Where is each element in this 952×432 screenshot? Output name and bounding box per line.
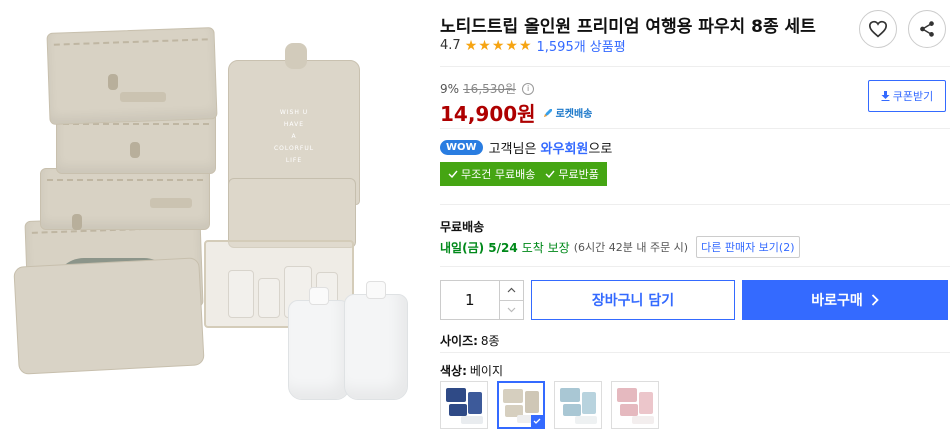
chevron-right-icon — [871, 294, 879, 306]
color-swatch-pink[interactable] — [611, 381, 659, 429]
star-rating: ★ ★ ★ ★ ★ — [465, 39, 533, 53]
print-text: LIFE — [285, 157, 303, 164]
sale-price: 14,900원 — [440, 102, 536, 126]
rocket-delivery-badge: 로켓배송 — [542, 105, 593, 120]
check-icon — [545, 170, 555, 178]
wow-badge: WOW — [440, 140, 483, 155]
chevron-down-icon — [507, 307, 516, 313]
quantity-input[interactable]: 1 — [441, 281, 500, 319]
discount-rate: 9% — [440, 81, 460, 96]
rating-value: 4.7 — [440, 38, 461, 53]
zipper-pull — [130, 142, 140, 158]
tag-label: 무료반품 — [558, 168, 599, 181]
star-icon: ★ — [464, 37, 478, 54]
product-title: 노티드트립 올인원 프리미엄 여행용 파우치 8종 세트 — [440, 17, 816, 37]
star-icon: ★ — [505, 37, 518, 54]
color-value: 베이지 — [469, 364, 504, 378]
print-text: WISH U — [279, 109, 309, 116]
size-label: 사이즈: — [440, 334, 478, 348]
rocket-icon — [543, 108, 552, 117]
tag-label: 무조건 무료배송 — [461, 168, 536, 181]
wow-membership-row: WOW 고객님은 와우회원 으로 — [440, 138, 612, 157]
shipping-label: 무료배송 — [440, 220, 485, 234]
free-shipping-tag: 무조건 무료배송 — [448, 166, 535, 182]
divider — [440, 352, 950, 353]
share-icon — [920, 21, 934, 37]
shoe-bag — [13, 257, 205, 375]
original-price: 16,530원 — [463, 82, 517, 96]
delivery-date: 내일(금) 5/24 — [440, 240, 518, 255]
refill-pouch — [344, 281, 408, 400]
wow-suffix: 으로 — [588, 142, 613, 157]
color-option: 색상: 베이지 — [440, 362, 503, 379]
free-return-tag: 무료반품 — [545, 166, 599, 182]
delivery-guarantee: 도착 보장 — [521, 240, 570, 255]
divider — [440, 128, 950, 129]
order-cutoff-note: (6시간 42분 내 주문 시) — [573, 241, 689, 254]
divider — [440, 266, 950, 267]
print-text: A — [291, 133, 297, 140]
buy-now-button[interactable]: 바로구매 — [742, 280, 948, 320]
info-icon[interactable]: i — [522, 82, 535, 95]
delivery-estimate: 내일(금) 5/24 도착 보장 (6시간 42분 내 주문 시) 다른 판매자… — [440, 236, 800, 258]
quantity-decrease-button[interactable] — [500, 301, 523, 320]
star-icon: ★ — [518, 37, 532, 54]
star-icon: ★ — [478, 37, 491, 54]
refill-pouch — [288, 287, 350, 400]
review-count-link[interactable]: 1,595개 상품평 — [537, 36, 626, 55]
print-text: HAVE — [283, 121, 305, 128]
packing-cube-top — [46, 27, 218, 125]
discount-row: 9% 16,530원 i — [440, 80, 535, 97]
zipper-pull — [108, 74, 118, 90]
color-label: 색상: — [440, 364, 467, 378]
size-value: 8종 — [480, 334, 500, 348]
color-swatch-navy[interactable] — [440, 381, 488, 429]
wow-member-text: 와우회원 — [540, 142, 589, 157]
buy-now-label: 바로구매 — [811, 293, 863, 309]
rocket-label: 로켓배송 — [555, 109, 593, 120]
selected-check-icon — [531, 415, 543, 427]
size-option: 사이즈: 8종 — [440, 332, 500, 349]
coupon-label: 쿠폰받기 — [892, 90, 934, 103]
color-swatch-beige[interactable] — [497, 381, 545, 429]
color-swatch-list — [440, 381, 668, 429]
price-row: 14,900원 로켓배송 — [440, 98, 592, 127]
divider — [440, 204, 950, 205]
quantity-stepper[interactable]: 1 — [440, 280, 524, 320]
divider — [440, 66, 950, 67]
cosmetic-pouch — [228, 178, 356, 248]
rating-summary: 4.7 ★ ★ ★ ★ ★ 1,595개 상품평 — [440, 36, 626, 55]
other-sellers-button[interactable]: 다른 판매자 보기(2) — [696, 236, 800, 258]
coupon-download-button[interactable]: 쿠폰받기 — [868, 80, 946, 112]
download-icon — [881, 91, 890, 101]
add-to-cart-button[interactable]: 장바구니 담기 — [531, 280, 735, 320]
share-button[interactable] — [908, 10, 946, 48]
product-info-panel: 노티드트립 올인원 프리미엄 여행용 파우치 8종 세트 4.7 ★ ★ ★ ★… — [440, 0, 952, 432]
zipper-pull — [72, 214, 82, 230]
chevron-up-icon — [507, 287, 516, 293]
heart-icon — [868, 20, 888, 38]
wishlist-button[interactable] — [859, 10, 897, 48]
cube-handle — [150, 198, 192, 208]
free-benefit-tags: 무조건 무료배송 무료반품 — [440, 162, 607, 186]
cube-handle — [120, 92, 166, 102]
quantity-increase-button[interactable] — [499, 281, 523, 301]
wow-prefix: 고객님은 — [488, 142, 537, 157]
color-swatch-skyblue[interactable] — [554, 381, 602, 429]
product-image[interactable]: WISH U HAVE A COLORFUL LIFE — [0, 0, 425, 432]
check-icon — [448, 170, 458, 178]
print-text: COLORFUL — [273, 145, 315, 152]
star-icon: ★ — [491, 37, 505, 54]
